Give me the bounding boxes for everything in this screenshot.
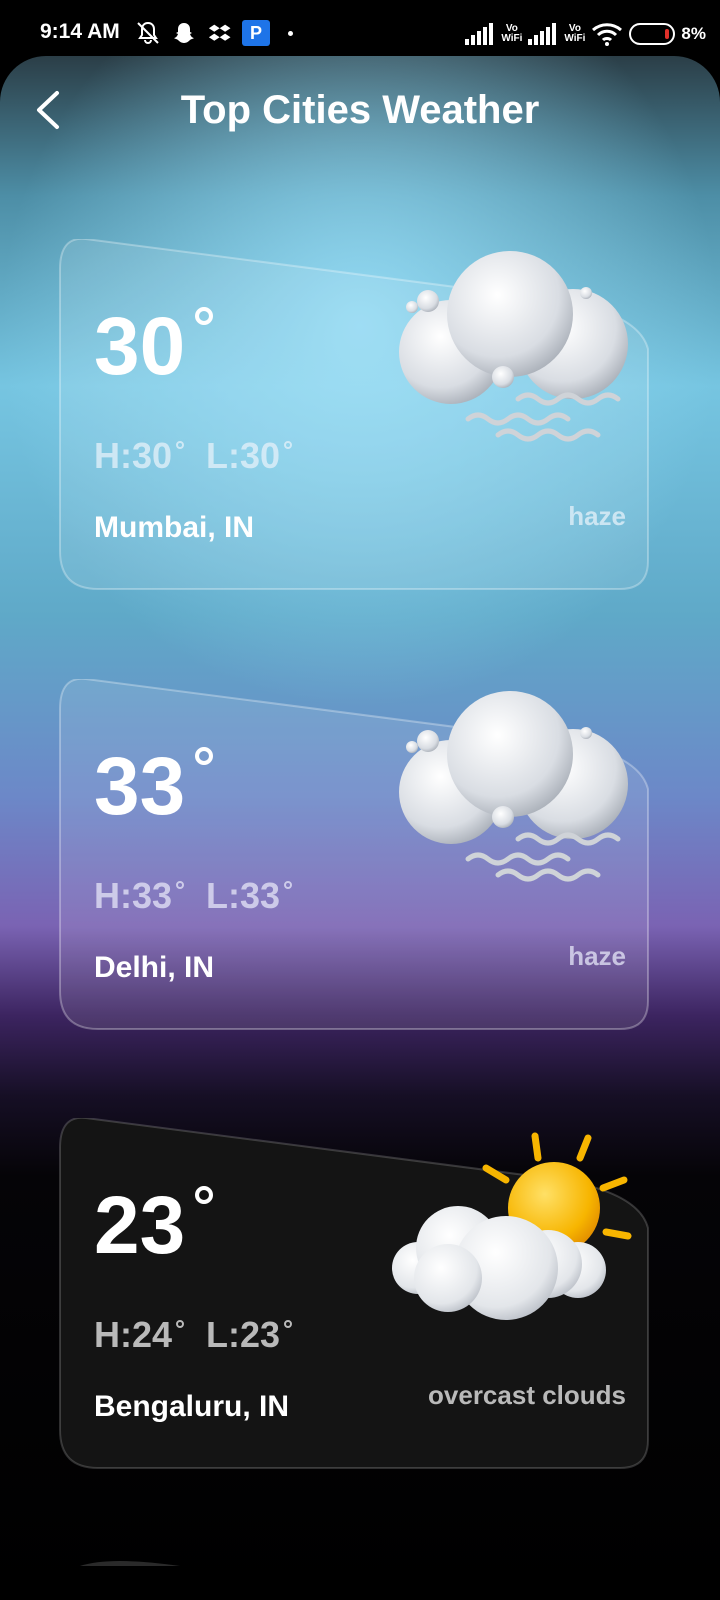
status-right-icons: Vo WiFi Vo WiFi 8% — [465, 20, 706, 48]
signal-icon-2 — [528, 23, 557, 45]
weather-description: haze — [568, 941, 626, 971]
high-temp: H:30 — [94, 435, 185, 477]
dot-icon — [286, 20, 294, 46]
signal-icon-1 — [465, 23, 494, 45]
weather-card-mumbai[interactable]: 30 H:30 L:30 Mumbai, IN haze — [58, 239, 662, 591]
degree-symbol — [195, 1186, 214, 1204]
temperature: 33 — [94, 739, 214, 835]
vowifi-icon-2: Vo WiFi — [564, 23, 586, 44]
weather-description: haze — [568, 501, 626, 531]
status-bar: 9:14 AM P Vo WiFi Vo WiFi 8% — [0, 0, 720, 64]
weather-card-delhi[interactable]: 33 H:33 L:33 Delhi, IN haze — [58, 679, 662, 1031]
temperature: 23 — [94, 1178, 214, 1274]
page-title: Top Cities Weather — [180, 88, 540, 132]
city-name: Delhi, IN — [94, 951, 215, 984]
high-low: H:30 L:30 — [94, 435, 293, 477]
high-low: H:24 L:23 — [94, 1314, 293, 1356]
paytm-icon: P — [242, 20, 270, 46]
notifications-off-icon — [134, 20, 162, 46]
sun-cloud-icon — [392, 1132, 632, 1320]
low-temp: L:30 — [206, 435, 293, 477]
high-low: H:33 L:33 — [94, 875, 293, 917]
city-name: Bengaluru, IN — [94, 1390, 290, 1423]
weather-description: overcast clouds — [428, 1380, 626, 1410]
low-temp: L:23 — [206, 1314, 293, 1356]
weather-card-bengaluru[interactable]: 23 H:24 L:23 Bengaluru, IN overcast clou… — [58, 1118, 662, 1470]
vowifi-icon-1: Vo WiFi — [501, 23, 523, 44]
header: Top Cities Weather — [0, 56, 720, 166]
haze-cloud-icon — [399, 251, 628, 442]
battery-icon — [629, 23, 676, 45]
temperature: 30 — [94, 299, 214, 395]
degree-symbol — [195, 747, 214, 765]
snapchat-icon — [170, 20, 198, 46]
high-temp: H:24 — [94, 1314, 185, 1356]
battery-percent: 8% — [681, 24, 706, 43]
dropbox-icon — [206, 20, 234, 46]
wifi-icon — [592, 23, 623, 46]
low-temp: L:33 — [206, 875, 293, 917]
city-name: Mumbai, IN — [94, 511, 255, 544]
status-time: 9:14 AM — [40, 20, 120, 43]
app-screen: Top Cities Weather 30 H:30 L:30 Mumbai, … — [0, 56, 720, 1600]
next-card-edge — [80, 1561, 180, 1566]
high-temp: H:33 — [94, 875, 185, 917]
degree-symbol — [195, 307, 214, 325]
haze-cloud-icon — [399, 691, 628, 882]
